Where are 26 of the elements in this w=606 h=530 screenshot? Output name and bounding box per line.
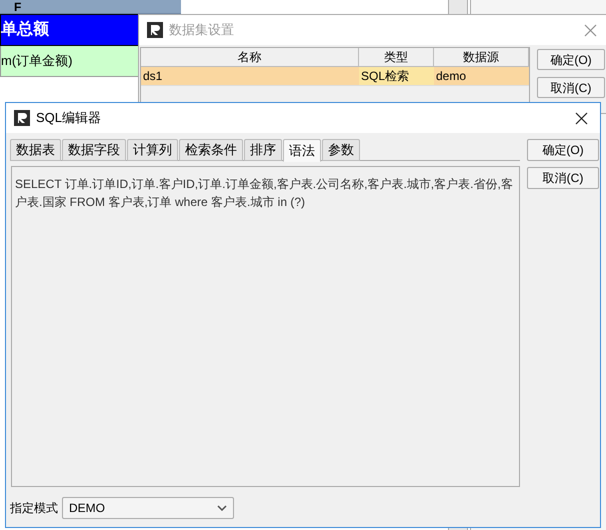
tab[interactable]: 排序 — [244, 139, 282, 161]
app-logo-icon — [14, 110, 30, 126]
mode-select[interactable]: DEMO — [62, 497, 234, 519]
table-row[interactable]: ds1 SQL检索 demo — [141, 67, 529, 86]
tab[interactable]: 数据字段 — [62, 139, 126, 161]
column-header: F — [0, 0, 181, 14]
tab[interactable]: 计算列 — [127, 139, 178, 161]
dialog-button[interactable]: 确定(O) — [527, 139, 599, 161]
dialog-button[interactable]: 取消(C) — [527, 167, 599, 189]
table-cell-text: demo — [435, 68, 468, 85]
tab[interactable]: 数据表 — [10, 139, 61, 161]
chevron-down-icon — [217, 505, 227, 511]
tab[interactable]: 参数 — [322, 139, 360, 161]
app-logo-icon — [147, 22, 163, 38]
column-header: 名称 — [141, 48, 359, 66]
column-header: 数据源 — [434, 48, 529, 66]
tab[interactable]: 语法 — [283, 139, 321, 162]
dialog-button[interactable]: 确定(O) — [537, 49, 605, 70]
window-title: SQL编辑器 — [36, 109, 102, 128]
column-header: 类型 — [359, 48, 434, 66]
tab[interactable]: 检索条件 — [179, 139, 243, 161]
close-icon[interactable] — [575, 112, 588, 124]
dialog-button[interactable]: 取消(C) — [537, 77, 605, 98]
table-cell: SQL检索 — [359, 67, 434, 85]
mode-label: 指定模式 — [10, 500, 58, 517]
sql-text-area[interactable]: SELECT 订单.订单ID,订单.客户ID,订单.订单金额,客户表.公司名称,客户表.城市,客户表.省份,客户表.国家 FROM 客户表,订单 where 客户表.城市 in (?) — [11, 166, 520, 487]
